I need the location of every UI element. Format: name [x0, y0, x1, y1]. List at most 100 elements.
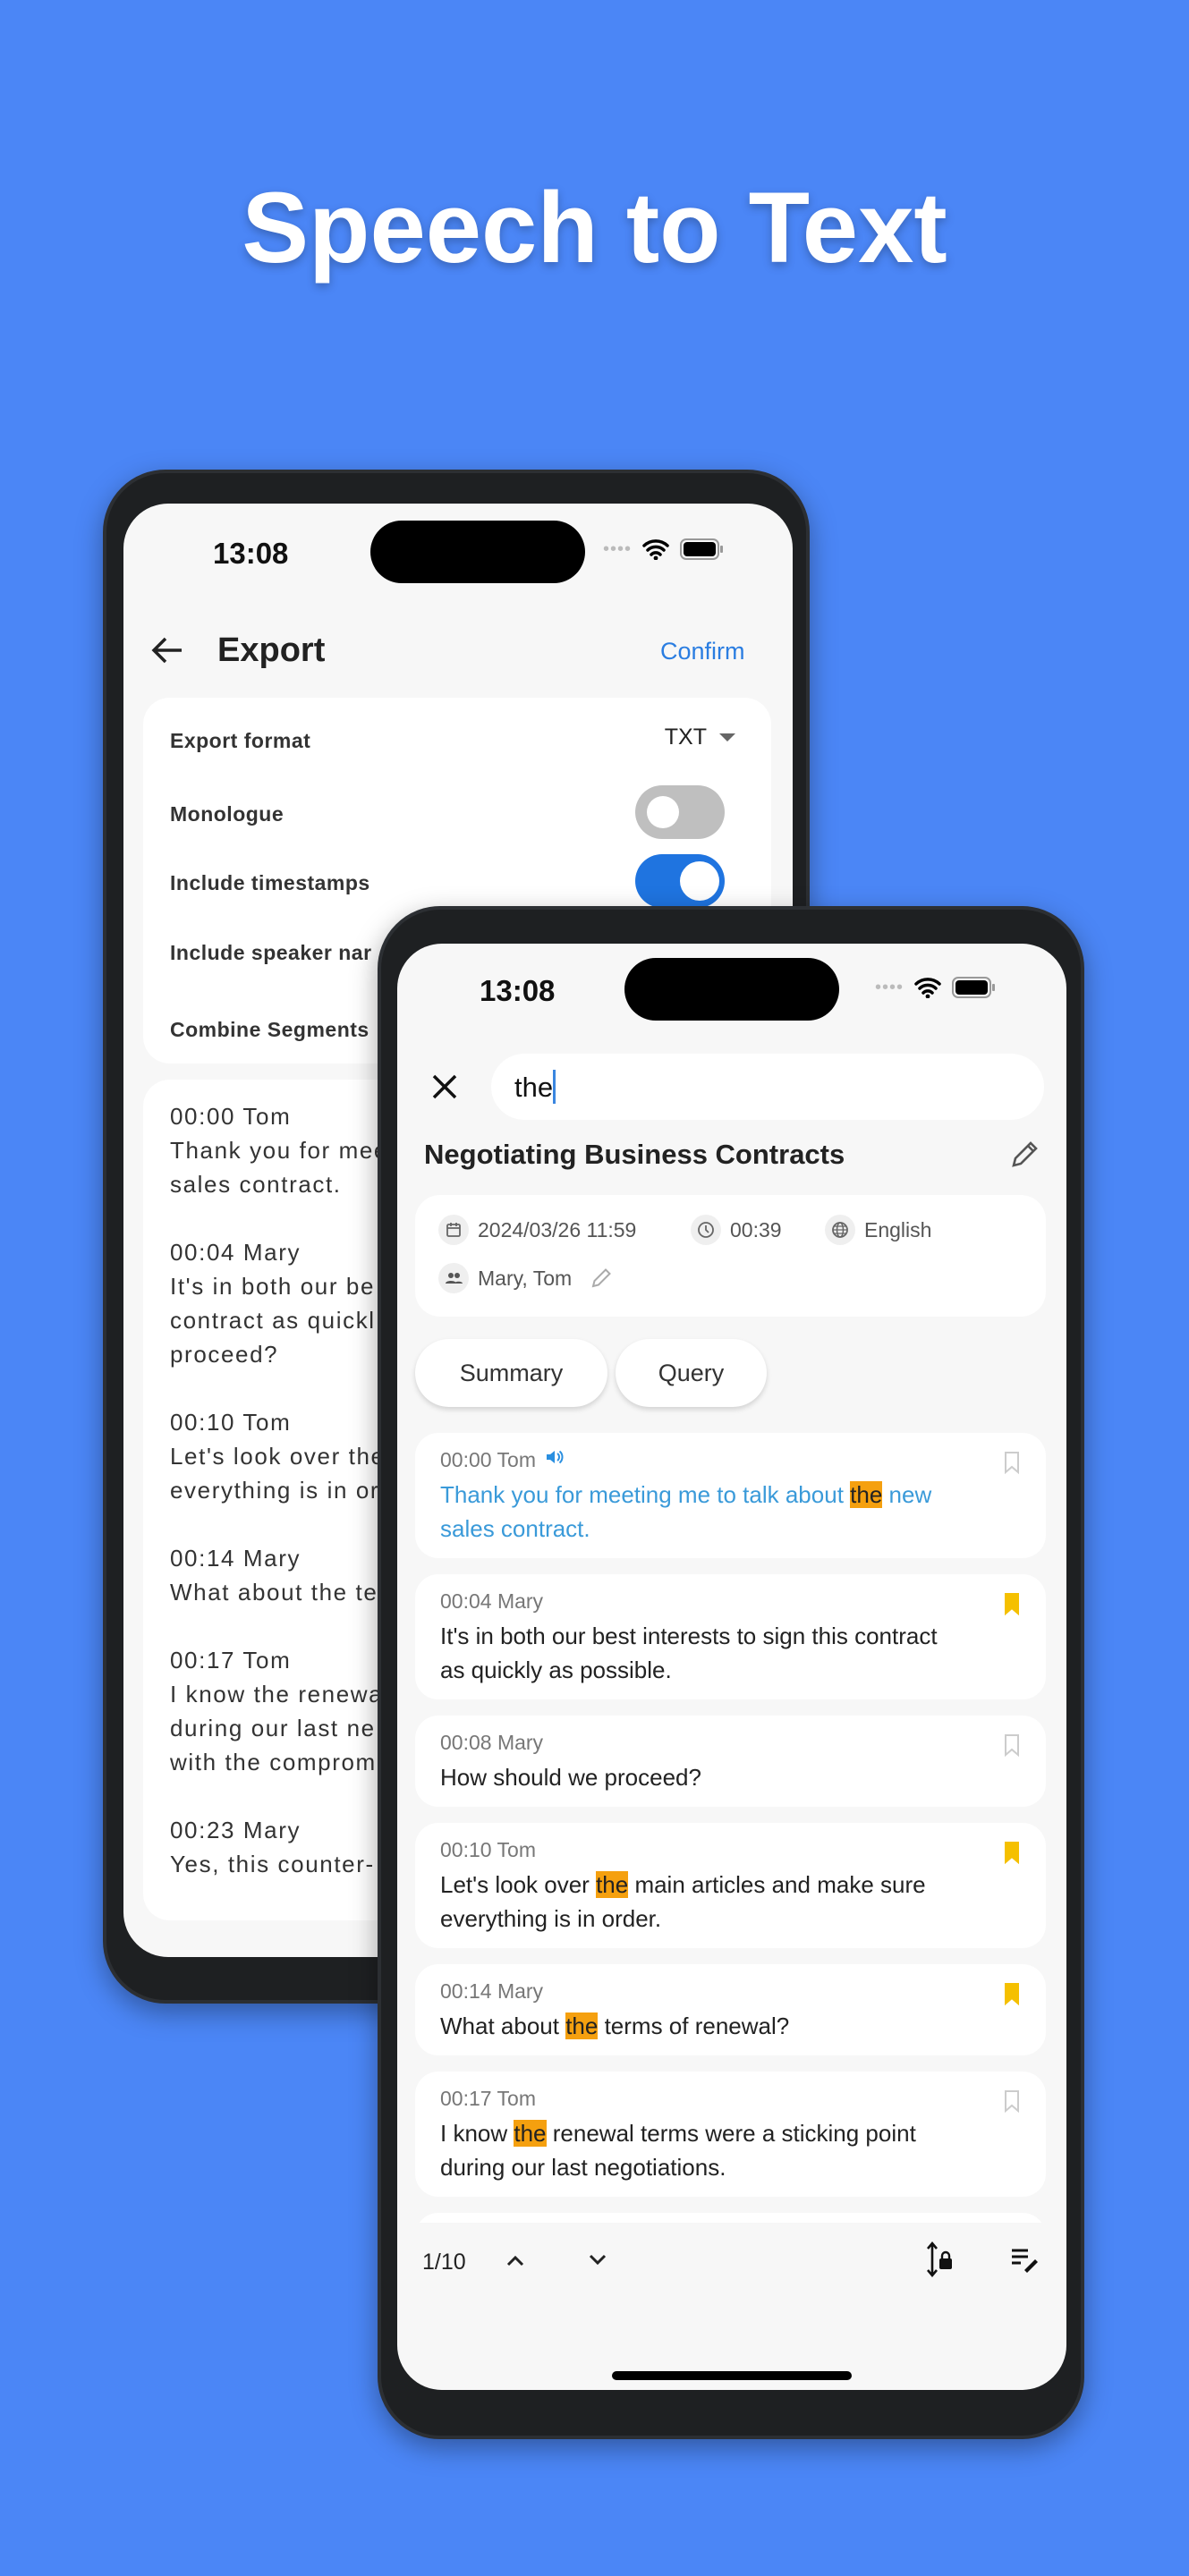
- transcript-segment[interactable]: 00:08 Mary How should we proceed?: [415, 1716, 1046, 1807]
- globe-icon: [825, 1215, 855, 1245]
- search-input[interactable]: the: [491, 1054, 1044, 1120]
- recording-title: Negotiating Business Contracts: [424, 1139, 845, 1170]
- recording-info-card: 2024/03/26 11:59 00:39 English Mary, Tom: [415, 1195, 1046, 1317]
- recording-language: English: [864, 1217, 932, 1241]
- text-caret: [553, 1069, 556, 1104]
- transcript-segment[interactable]: 00:17 Tom I know the renewal terms were a…: [415, 2072, 1046, 2197]
- segment-timestamp-speaker: 00:14 Mary: [440, 1979, 544, 2003]
- home-indicator: [612, 2371, 852, 2380]
- headline: Speech to Text: [242, 172, 947, 284]
- segment-text: How should we proceed?: [440, 1760, 1021, 1794]
- speakers-chip[interactable]: Mary, Tom: [438, 1263, 613, 1293]
- segment-text: It's in both our best interests to sign …: [440, 1619, 1021, 1687]
- page-title: Export: [217, 631, 326, 669]
- recording-date: 2024/03/26 11:59: [478, 1217, 637, 1241]
- search-match-highlight: the: [514, 2120, 547, 2147]
- segment-meta: 00:04 Mary: [440, 1589, 1021, 1614]
- clock-icon: [691, 1215, 721, 1245]
- segment-timestamp-speaker: 00:17 Tom: [440, 2086, 536, 2110]
- bookmark-icon[interactable]: [1003, 1841, 1021, 1868]
- monologue-toggle[interactable]: [635, 785, 725, 839]
- segment-timestamp-speaker: 00:00 Tom: [440, 1447, 536, 1471]
- recording-duration: 00:39: [730, 1217, 782, 1241]
- date-chip: 2024/03/26 11:59: [438, 1215, 636, 1245]
- edit-speakers-pencil-icon[interactable]: [590, 1267, 613, 1290]
- timestamps-label: Include timestamps: [170, 871, 370, 894]
- recording-speakers: Mary, Tom: [478, 1266, 573, 1290]
- confirm-button[interactable]: Confirm: [660, 638, 745, 665]
- export-format-value: TXT: [664, 724, 707, 750]
- monologue-label: Monologue: [170, 802, 285, 826]
- match-counter: 1/10: [422, 2250, 466, 2275]
- segment-meta: 00:08 Mary: [440, 1730, 1021, 1755]
- arrow-left-icon[interactable]: [150, 635, 184, 665]
- segment-text-part: How should we proceed?: [440, 1764, 701, 1791]
- transcript-segment[interactable]: 00:14 Mary What about the terms of renewa…: [415, 1964, 1046, 2055]
- segment-text-part: terms of renewal?: [598, 2012, 790, 2039]
- dynamic-island: [624, 958, 839, 1021]
- wifi-icon: [914, 978, 941, 998]
- segment-timestamp-speaker: 00:08 Mary: [440, 1730, 544, 1754]
- segment-meta: 00:00 Tom: [440, 1447, 1021, 1472]
- segment-text: I know the renewal terms were a sticking…: [440, 2116, 1021, 2184]
- transcript-phone: 13:08 •••• the Negotiating Business Cont…: [378, 906, 1084, 2439]
- search-match-highlight: the: [850, 1481, 883, 1508]
- calendar-icon: [438, 1215, 469, 1245]
- status-icons: ••••: [603, 538, 725, 561]
- status-time: 13:08: [480, 974, 556, 1007]
- wifi-icon: [642, 539, 669, 560]
- battery-icon: [952, 977, 996, 998]
- speaker-playing-icon[interactable]: [545, 1447, 565, 1472]
- segment-text: Let's look over the main articles and ma…: [440, 1868, 1021, 1936]
- bookmark-icon[interactable]: [1003, 1733, 1021, 1761]
- previous-match-chevron-up-icon[interactable]: [505, 2253, 526, 2267]
- transcript-segment[interactable]: 00:00 Tom Thank you for meeting me to tal…: [415, 1433, 1046, 1558]
- transcript-segment[interactable]: 00:10 Tom Let's look over the main articl…: [415, 1823, 1046, 1948]
- segment-text-part: Thank you for meeting me to talk about: [440, 1481, 851, 1508]
- bookmark-icon[interactable]: [1003, 1982, 1021, 2010]
- duration-chip: 00:39: [691, 1215, 782, 1245]
- signal-icon: ••••: [875, 977, 904, 997]
- close-icon[interactable]: [431, 1073, 458, 1100]
- segment-text-part: What about: [440, 2012, 566, 2039]
- segment-timestamp-speaker: 00:10 Tom: [440, 1837, 536, 1861]
- speaker-names-label: Include speaker nar: [170, 941, 372, 964]
- search-navigation-bar: 1/10: [397, 2223, 1066, 2312]
- transcript-screen: 13:08 •••• the Negotiating Business Cont…: [397, 944, 1066, 2390]
- segment-text: What about the terms of renewal?: [440, 2009, 1021, 2043]
- search-match-highlight: the: [596, 1871, 629, 1898]
- status-icons: ••••: [875, 976, 997, 999]
- summary-button[interactable]: Summary: [415, 1339, 607, 1407]
- combine-segments-label: Combine Segments: [170, 1018, 369, 1041]
- export-format-label: Export format: [170, 729, 311, 752]
- segment-list: 00:00 Tom Thank you for meeting me to tal…: [415, 1433, 1046, 2304]
- scroll-lock-icon[interactable]: [925, 2241, 955, 2278]
- bookmark-icon[interactable]: [1003, 1592, 1021, 1620]
- status-time: 13:08: [213, 537, 289, 570]
- bookmark-icon[interactable]: [1003, 2089, 1021, 2117]
- search-match-highlight: the: [565, 2012, 599, 2039]
- segment-text-part: It's in both our best interests to sign …: [440, 1623, 938, 1683]
- segment-text: Thank you for meeting me to talk about t…: [440, 1478, 1021, 1546]
- timestamps-toggle[interactable]: [635, 854, 725, 908]
- segment-timestamp-speaker: 00:04 Mary: [440, 1589, 544, 1613]
- query-button[interactable]: Query: [616, 1339, 767, 1407]
- edit-text-icon[interactable]: [1010, 2246, 1040, 2273]
- segment-meta: 00:14 Mary: [440, 1979, 1021, 2004]
- edit-title-pencil-icon[interactable]: [1009, 1140, 1040, 1170]
- transcript-segment[interactable]: 00:04 Mary It's in both our best interest…: [415, 1574, 1046, 1699]
- battery-icon: [680, 538, 724, 560]
- dynamic-island: [370, 521, 585, 583]
- segment-meta: 00:17 Tom: [440, 2086, 1021, 2111]
- signal-icon: ••••: [603, 538, 633, 559]
- search-value: the: [514, 1072, 554, 1103]
- export-format-select[interactable]: TXT: [665, 724, 735, 750]
- segment-text-part: I know: [440, 2120, 514, 2147]
- next-match-chevron-down-icon[interactable]: [587, 2253, 608, 2267]
- segment-meta: 00:10 Tom: [440, 1837, 1021, 1862]
- people-icon: [438, 1263, 469, 1293]
- language-chip: English: [825, 1215, 931, 1245]
- segment-text-part: Let's look over: [440, 1871, 597, 1898]
- caret-down-icon: [719, 733, 735, 741]
- bookmark-icon[interactable]: [1003, 1451, 1021, 1479]
